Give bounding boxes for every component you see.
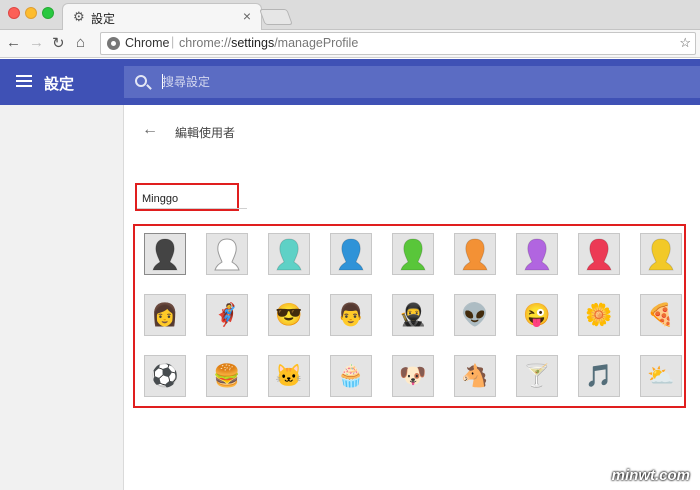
avatar-teal[interactable] [268,233,310,275]
avatar-woman-sunglasses[interactable]: 😎 [268,294,310,336]
avatar-alien-icon: 👽 [461,302,489,327]
avatar-burger[interactable]: 🍔 [206,355,248,397]
browser-tab[interactable]: ⚙ 設定 × [62,3,262,31]
avatar-highlight-box: 👩 🦸 😎 👨 🥷 👽 😜 🌼 🍕 ⚽ 🍔 🐱 🧁 🐶 🐴 🍸 🎵 ⛅ [133,224,686,408]
avatar-orange-icon [462,238,488,271]
back-nav-icon[interactable]: ← [6,34,21,51]
close-window-button[interactable] [8,7,20,19]
bookmark-star-icon[interactable]: ☆ [679,35,691,51]
avatar-cat[interactable]: 🐱 [268,355,310,397]
avatar-horse-icon: 🐴 [461,363,489,388]
avatar-blonde-woman[interactable]: 👩 [144,294,186,336]
avatar-businessman-icon: 👨 [337,302,365,327]
avatar-orange[interactable] [454,233,496,275]
avatar-pizza[interactable]: 🍕 [640,294,682,336]
avatar-burger-icon: 🍔 [213,363,241,388]
avatar-generic-silhouette-icon [152,238,178,271]
url-host: settings [231,36,275,50]
avatar-woman-sunglasses-icon: 😎 [275,302,303,327]
avatar-purple-icon [524,238,550,271]
avatar-superhero[interactable]: 🦸 [206,294,248,336]
search-icon [135,75,147,87]
omnibox-url: chrome://settings/manageProfile [179,36,358,50]
chrome-page-icon [107,37,120,50]
avatar-music-note[interactable]: 🎵 [578,355,620,397]
avatar-sun-cloud-icon: ⛅ [647,363,675,388]
profile-name-field[interactable] [142,193,232,205]
settings-title: 設定 [44,76,75,93]
reload-icon[interactable]: ↻ [52,34,65,52]
avatar-flower-icon: 🌼 [585,302,613,327]
avatar-cocktail-icon: 🍸 [523,363,551,388]
close-tab-icon[interactable]: × [243,8,251,24]
avatar-white-icon [214,238,240,271]
settings-search-bar[interactable] [124,66,700,98]
avatar-ninja-icon: 🥷 [399,302,427,327]
omnibox-scheme-label: Chrome [125,36,170,50]
avatar-awesome-face-icon: 😜 [523,302,551,327]
avatar-music-note-icon: 🎵 [585,363,613,388]
avatar-ninja[interactable]: 🥷 [392,294,434,336]
tab-title: 設定 [91,12,116,26]
avatar-cupcake[interactable]: 🧁 [330,355,372,397]
avatar-soccer-ball[interactable]: ⚽ [144,355,186,397]
avatar-blonde-woman-icon: 👩 [151,302,179,327]
name-highlight-box [135,183,239,211]
omnibox-separator: | [171,35,175,49]
avatar-white[interactable] [206,233,248,275]
avatar-cupcake-icon: 🧁 [337,363,365,388]
avatar-purple[interactable] [516,233,558,275]
address-bar[interactable]: Chrome | chrome://settings/manageProfile… [100,32,696,55]
avatar-cat-icon: 🐱 [275,363,303,388]
avatar-blue-icon [338,238,364,271]
zoom-window-button[interactable] [42,7,54,19]
avatar-blue[interactable] [330,233,372,275]
avatar-yellow[interactable] [640,233,682,275]
avatar-businessman[interactable]: 👨 [330,294,372,336]
avatar-superhero-icon: 🦸 [213,302,241,327]
avatar-dog[interactable]: 🐶 [392,355,434,397]
avatar-red-icon [586,238,612,271]
back-arrow-icon[interactable]: ← [142,121,158,139]
minimize-window-button[interactable] [25,7,37,19]
url-scheme: chrome:// [179,36,232,50]
avatar-awesome-face[interactable]: 😜 [516,294,558,336]
main-content: ← 編輯使用者 👩 🦸 😎 👨 🥷 👽 😜 🌼 🍕 ⚽ 🍔 🐱 🧁 🐶 🐴 🍸 🎵 ⛅ [124,105,700,490]
avatar-green-icon [400,238,426,271]
watermark: minwt.com [611,467,690,484]
browser-tab-strip: ⚙ 設定 × [0,0,700,31]
avatar-dog-icon: 🐶 [399,363,427,388]
new-tab-button[interactable] [259,9,293,25]
gear-icon: ⚙ [73,9,85,24]
home-icon[interactable]: ⌂ [76,34,85,51]
search-input[interactable] [162,72,682,92]
avatar-alien[interactable]: 👽 [454,294,496,336]
settings-header: 設定 [0,59,700,105]
avatar-soccer-ball-icon: ⚽ [151,363,179,388]
avatar-generic-silhouette[interactable] [144,233,186,275]
forward-nav-icon[interactable]: → [29,34,44,51]
avatar-cocktail[interactable]: 🍸 [516,355,558,397]
avatar-horse[interactable]: 🐴 [454,355,496,397]
menu-icon[interactable] [16,75,32,87]
page-title: 編輯使用者 [175,126,236,140]
sidebar [0,105,124,490]
avatar-yellow-icon [648,238,674,271]
browser-toolbar: ← → ↻ ⌂ Chrome | chrome://settings/manag… [0,30,700,58]
avatar-pizza-icon: 🍕 [647,302,675,327]
url-path: /manageProfile [274,36,359,50]
avatar-sun-cloud[interactable]: ⛅ [640,355,682,397]
avatar-flower[interactable]: 🌼 [578,294,620,336]
name-field-underline [137,208,247,209]
avatar-teal-icon [276,238,302,271]
avatar-red[interactable] [578,233,620,275]
avatar-green[interactable] [392,233,434,275]
